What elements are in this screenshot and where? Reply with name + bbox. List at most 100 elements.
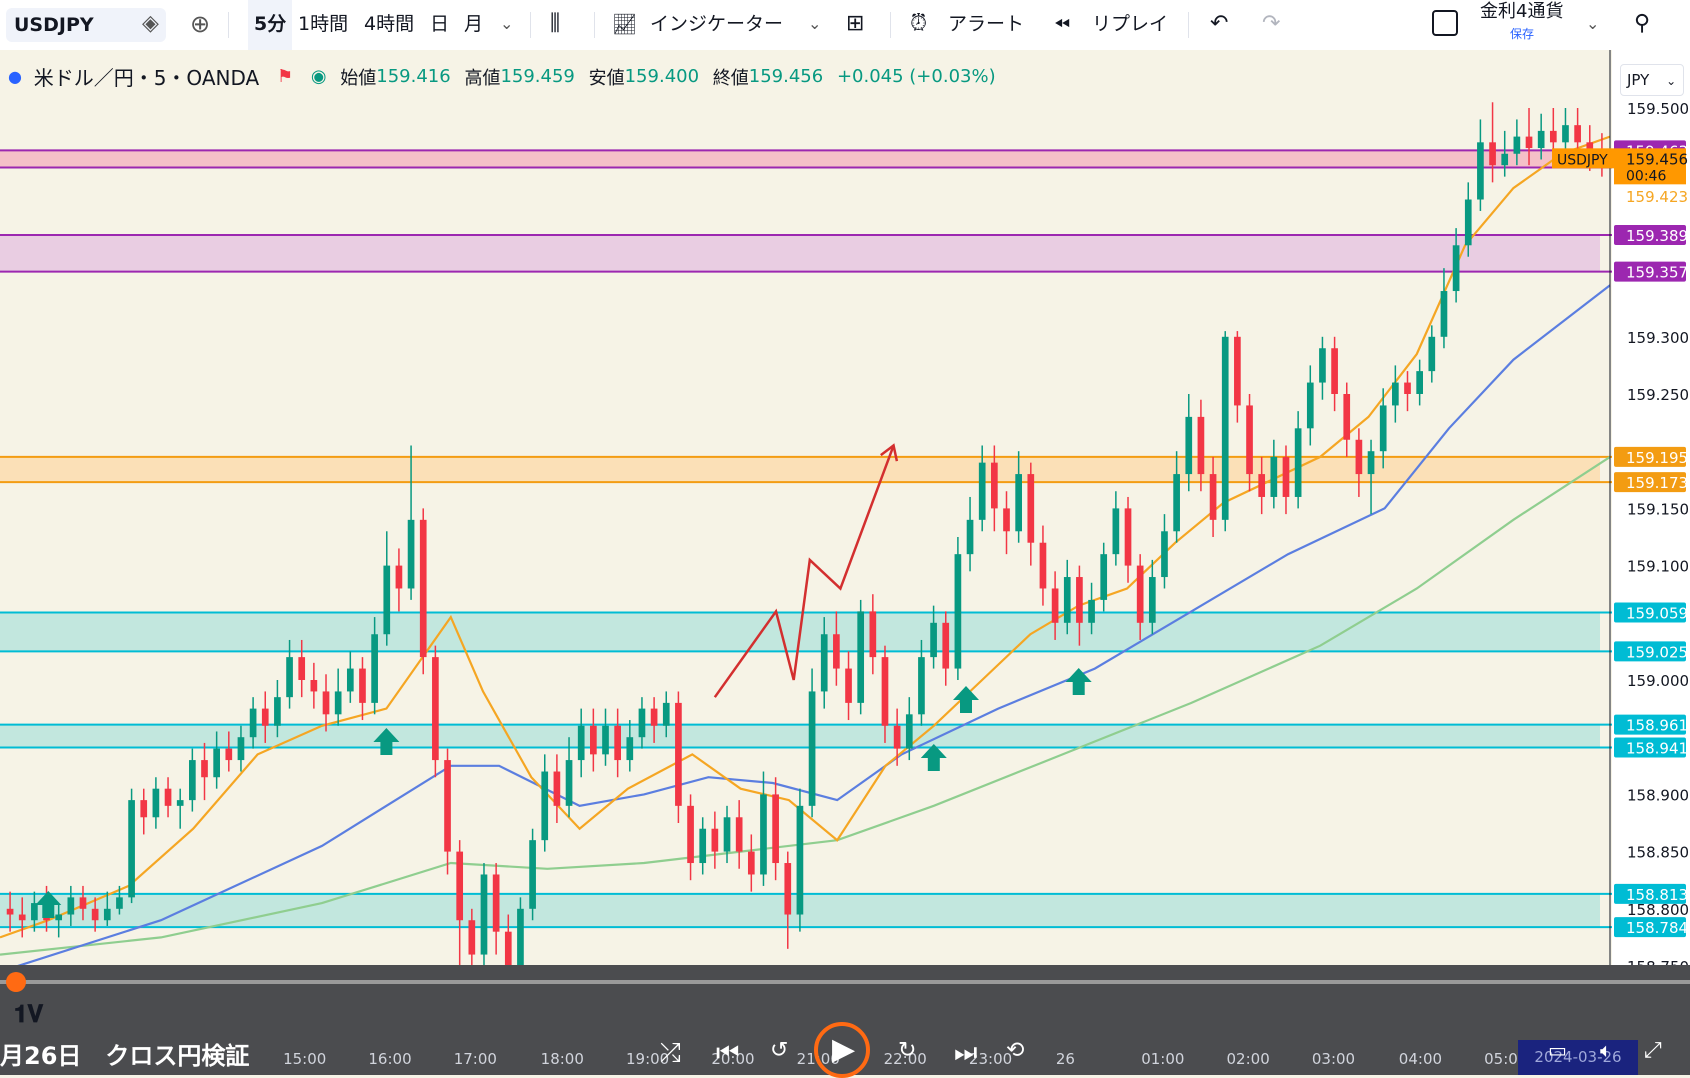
candle-body (103, 908, 111, 921)
candle-body (650, 708, 658, 726)
interval-day[interactable]: 日 (430, 0, 449, 50)
captions-icon[interactable]: ▭ (1548, 1038, 1567, 1062)
candle-body (1148, 577, 1156, 623)
market-status-icon: ◉ (310, 66, 327, 87)
undo-icon[interactable]: ↶ (1210, 0, 1228, 50)
replay-button[interactable]: リプレイ (1092, 0, 1168, 50)
skip-forward-icon[interactable]: ⏭︎ (954, 1038, 977, 1069)
skip-back-icon[interactable]: ⏮︎ (716, 1038, 739, 1069)
candle-body (1379, 405, 1387, 452)
candle-body (747, 851, 755, 875)
shuffle-icon[interactable]: ⤮ (660, 1038, 681, 1069)
candle-body (1574, 125, 1581, 143)
price-tag-label: 159.423 (1626, 188, 1688, 206)
price-tag-label: 159.195 (1626, 449, 1688, 467)
video-progress-handle[interactable] (6, 972, 26, 992)
candle-body (1452, 245, 1460, 292)
repeat-off-icon[interactable]: ⟲ (1006, 1038, 1024, 1063)
candle-body (346, 668, 354, 692)
fullscreen-icon[interactable]: ⤢ (1644, 1038, 1662, 1063)
candle-body (602, 725, 609, 755)
time-tick-label: 03:00 (1311, 1050, 1356, 1068)
time-tick-label: 15:00 (283, 1050, 327, 1068)
candle-body (1501, 153, 1509, 166)
candle-body (1270, 456, 1278, 497)
redo-icon[interactable]: ↷ (1262, 0, 1280, 50)
candle-body (1246, 405, 1253, 475)
candle-body (164, 788, 172, 806)
candle-body (930, 622, 937, 658)
candle-body (322, 691, 330, 715)
tradingview-logo: 𝟏𝐕 (14, 1000, 44, 1028)
candle-body (1197, 416, 1205, 475)
video-progress-bar[interactable] (0, 980, 1690, 984)
candle-body (31, 903, 38, 921)
chevron-down-icon[interactable]: ⌄ (500, 0, 513, 50)
price-chart[interactable]: 159.500 159.300 159.250 159.150 159.100 159.0… (0, 50, 1690, 965)
candle-body (1464, 199, 1472, 246)
time-tick-label: 26 (1055, 1050, 1075, 1068)
candle-body (116, 897, 123, 909)
alert-clock-icon[interactable]: ⏰︎ (910, 0, 927, 50)
candle-body (1537, 130, 1545, 149)
candle-body (772, 794, 779, 864)
forward-30-icon[interactable]: ↻ (898, 1038, 916, 1063)
candle-body (1404, 382, 1411, 394)
candle-body (91, 908, 99, 921)
chart-legend: ● 米ドル／円・5・OANDA ⚑ ◉ 始値159.416 高値159.459 … (8, 62, 996, 92)
interval-month[interactable]: 月 (464, 0, 483, 50)
rewind-10-icon[interactable]: ↺ (770, 1038, 788, 1063)
candle-body (310, 680, 318, 692)
candle-body (1525, 136, 1533, 149)
price-tick-label: 159.300 (1627, 329, 1689, 347)
candle-body (407, 519, 415, 589)
candle-body (1173, 474, 1180, 532)
indicators-button[interactable]: インジケーター (650, 0, 783, 50)
candle-body (565, 760, 573, 806)
close-value: 159.456 (748, 66, 824, 87)
candle-body (1294, 428, 1302, 497)
candle-body (225, 748, 233, 761)
candle-body (820, 634, 828, 692)
volume-icon[interactable]: 🔈︎ (1600, 1038, 1612, 1062)
candle-body (432, 657, 439, 761)
candle-body (1051, 588, 1059, 623)
candle-body (456, 851, 464, 921)
candle-body (978, 462, 986, 520)
flag-marker-icon[interactable]: ⚑ (277, 66, 293, 87)
time-tick-label: 01:00 (1141, 1050, 1185, 1068)
candle-body (845, 668, 852, 703)
close-label: 終値 (712, 67, 749, 89)
price-tag-label: 159.025 (1626, 643, 1688, 661)
candle-body (638, 708, 646, 738)
candle-body (711, 828, 719, 852)
candle-body (1428, 336, 1436, 372)
layout-checkbox[interactable] (1432, 10, 1458, 36)
chevron-down-icon[interactable]: ⌄ (1586, 0, 1599, 50)
alert-button[interactable]: アラート (948, 0, 1024, 50)
low-label: 安値 (588, 67, 625, 89)
layouts-grid-icon[interactable]: ⊞ (846, 0, 864, 50)
candle-body (383, 565, 391, 635)
candle-body (67, 897, 75, 915)
legend-title[interactable]: 米ドル／円・5・OANDA (34, 62, 260, 91)
currency-selector[interactable]: JPY ⌄ (1620, 64, 1684, 96)
time-tick-label: 16:00 (368, 1050, 412, 1068)
time-tick-label: 17:00 (453, 1050, 497, 1068)
candle-body (1185, 416, 1193, 475)
candle-type-icon[interactable]: ⫼ (550, 0, 560, 50)
candle-body (201, 760, 208, 778)
interval-1h[interactable]: 1時間 (298, 0, 348, 50)
quick-search-icon[interactable]: ⚲ (1634, 0, 1650, 50)
candle-body (128, 800, 135, 898)
play-icon[interactable]: ▶ (832, 1032, 855, 1067)
countdown-timer: 00:46 (1626, 168, 1666, 184)
indicators-icon[interactable]: 📈︎ (612, 0, 637, 50)
compare-plus-icon[interactable]: ⊕ (190, 0, 210, 50)
add-symbol-icon[interactable]: ◈ (142, 0, 159, 50)
candle-body (1306, 382, 1314, 429)
interval-5m[interactable]: 5分 (248, 0, 293, 50)
replay-icon[interactable]: ⏪︎ (1054, 0, 1070, 50)
chevron-down-icon[interactable]: ⌄ (808, 0, 821, 50)
interval-4h[interactable]: 4時間 (364, 0, 414, 50)
